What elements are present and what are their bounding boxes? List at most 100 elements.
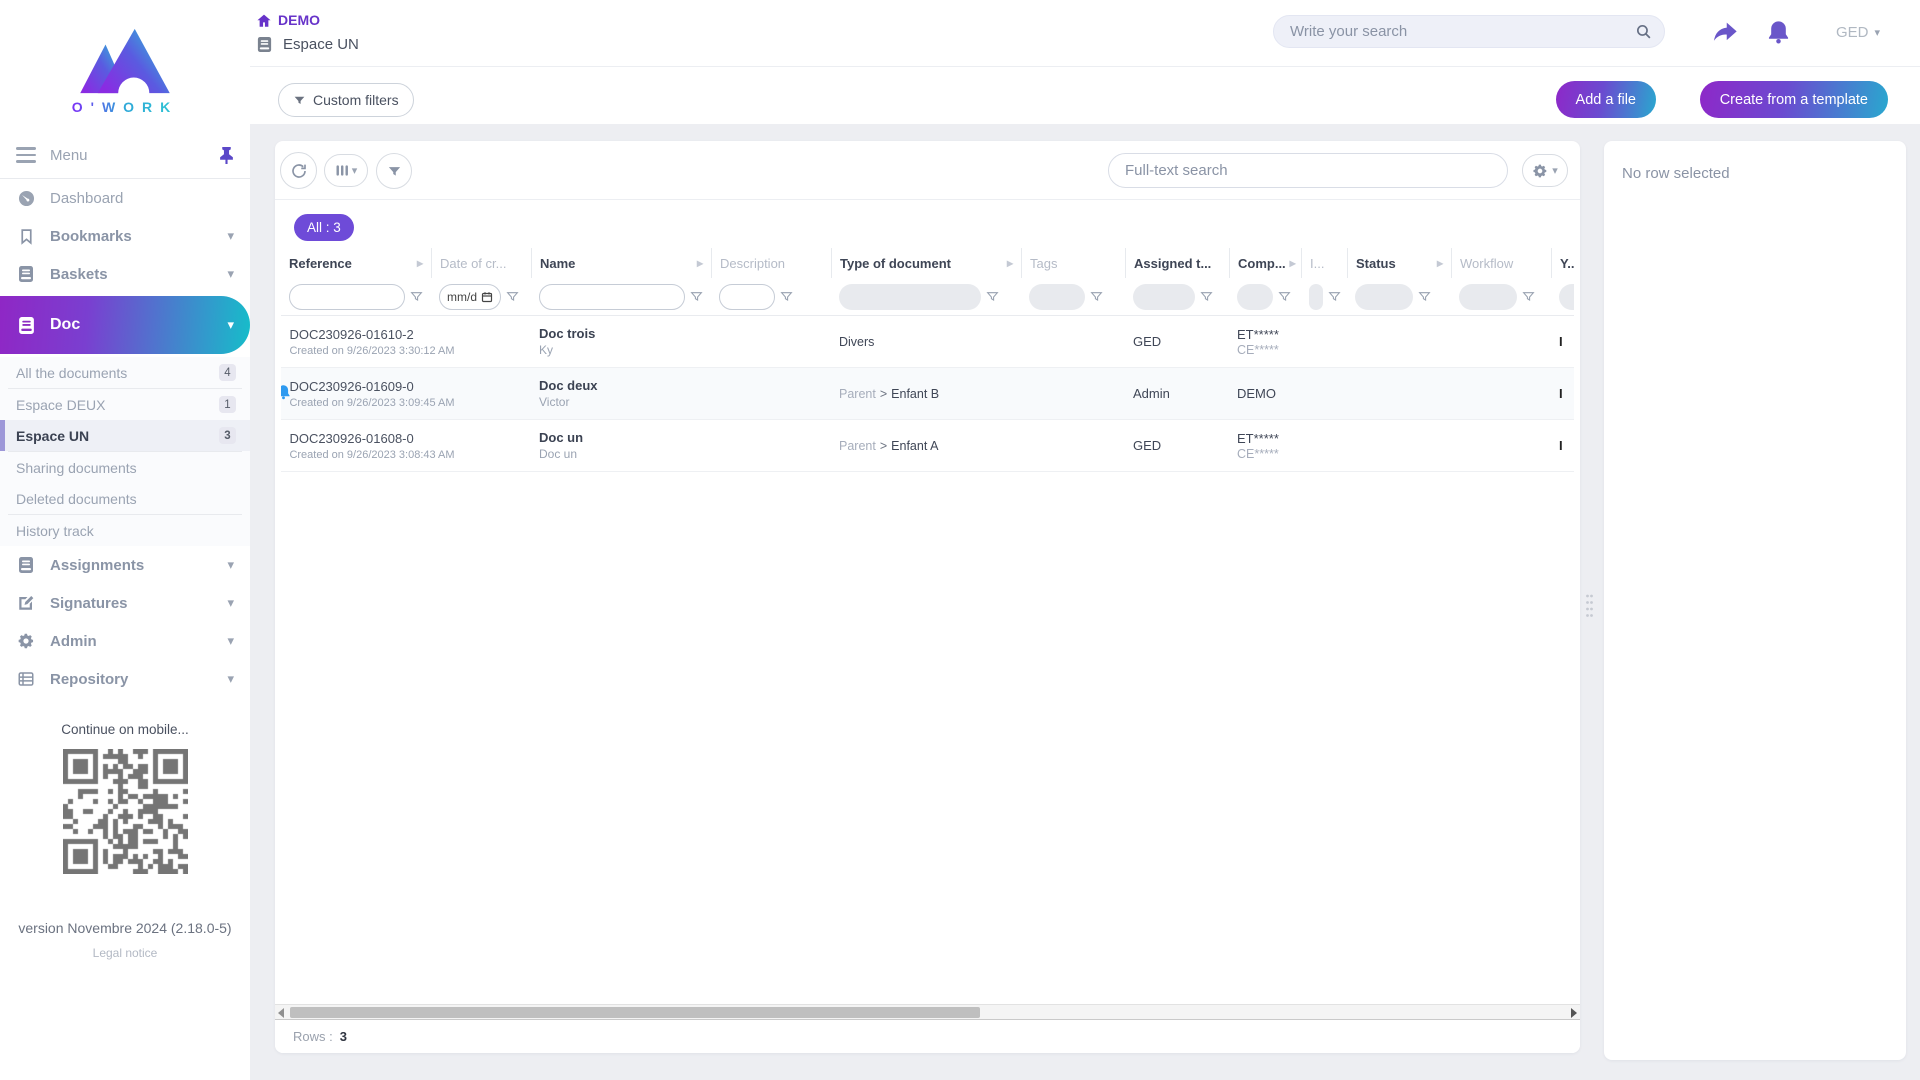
column-header-y[interactable]: Y... xyxy=(1551,248,1574,278)
user-menu-dropdown[interactable]: GED ▾ xyxy=(1836,24,1880,41)
table-row[interactable]: DOC230926-01608-0 Created on 9/26/2023 3… xyxy=(281,420,1574,472)
custom-filters-button[interactable]: Custom filters xyxy=(278,83,414,117)
filter-select-assigned[interactable] xyxy=(1133,284,1195,310)
breadcrumb-home-label: DEMO xyxy=(278,12,320,28)
book-icon xyxy=(16,316,36,335)
sidebar-item-assignments[interactable]: Assignments ▾ xyxy=(0,546,250,584)
column-header-reference[interactable]: Reference▸ xyxy=(281,248,431,278)
column-header-workflow[interactable]: Workflow xyxy=(1451,248,1551,278)
chevron-down-icon: ▾ xyxy=(227,317,234,333)
funnel-icon xyxy=(293,94,306,107)
horizontal-scrollbar[interactable] xyxy=(275,1004,1580,1020)
funnel-icon[interactable] xyxy=(1278,290,1291,303)
table-row[interactable]: DOC230926-01610-2 Created on 9/26/2023 3… xyxy=(281,316,1574,368)
menu-label: Menu xyxy=(50,147,219,164)
column-header-tags[interactable]: Tags xyxy=(1021,248,1125,278)
funnel-icon[interactable] xyxy=(1418,290,1431,303)
list-icon xyxy=(16,670,36,688)
sidebar-item-doc[interactable]: Doc ▾ xyxy=(0,296,250,354)
share-icon[interactable] xyxy=(1710,18,1740,51)
funnel-icon[interactable] xyxy=(1328,290,1341,303)
document-created: Created on 9/26/2023 3:08:43 AM xyxy=(289,449,454,461)
fulltext-search xyxy=(1108,153,1508,188)
column-header-assigned-to[interactable]: Assigned t... xyxy=(1125,248,1229,278)
column-header-status[interactable]: Status▸ xyxy=(1347,248,1451,278)
sidebar-item-espace-deux[interactable]: Espace DEUX 1 xyxy=(0,389,250,420)
book-icon xyxy=(256,36,273,53)
filter-input-name[interactable] xyxy=(539,284,685,310)
sidebar-item-deleted-documents[interactable]: Deleted documents xyxy=(0,483,250,514)
filter-select-workflow[interactable] xyxy=(1459,284,1517,310)
filter-input-description[interactable] xyxy=(719,284,775,310)
fulltext-search-input[interactable] xyxy=(1125,162,1491,179)
add-file-button[interactable]: Add a file xyxy=(1556,81,1656,118)
tab-all-documents[interactable]: All : 3 xyxy=(294,214,354,241)
table-footer: Rows : 3 xyxy=(275,1020,1580,1053)
filter-button[interactable] xyxy=(376,153,412,189)
column-header-name[interactable]: Name▸ xyxy=(531,248,711,278)
funnel-icon[interactable] xyxy=(1522,290,1535,303)
notification-bell-icon xyxy=(281,383,292,406)
scroll-left-arrow-icon[interactable] xyxy=(278,1008,284,1018)
filter-date-input[interactable]: mm/d xyxy=(439,284,501,310)
hamburger-menu-icon[interactable] xyxy=(16,147,36,163)
bookmark-icon xyxy=(16,228,36,245)
sidebar-item-baskets[interactable]: Baskets ▾ xyxy=(0,255,250,293)
search-icon[interactable] xyxy=(1635,23,1652,40)
funnel-icon[interactable] xyxy=(690,290,703,303)
scrollbar-thumb[interactable] xyxy=(290,1007,980,1018)
filter-select-type[interactable] xyxy=(839,284,981,310)
sidebar-item-dashboard[interactable]: Dashboard xyxy=(0,179,250,217)
sidebar: O'WORK Menu Dashboard Bookmarks ▾ Basket… xyxy=(0,0,250,1080)
create-from-template-button[interactable]: Create from a template xyxy=(1700,81,1888,118)
funnel-icon[interactable] xyxy=(1090,290,1103,303)
pin-sidebar-icon[interactable] xyxy=(219,147,234,164)
sidebar-item-label: Sharing documents xyxy=(16,460,236,476)
filter-select-i[interactable] xyxy=(1309,284,1323,310)
divider xyxy=(250,66,1920,67)
sidebar-item-all-documents[interactable]: All the documents 4 xyxy=(0,357,250,388)
gauge-icon xyxy=(16,189,36,208)
version-text: version Novembre 2024 (2.18.0-5) xyxy=(0,920,250,936)
sidebar-item-history-track[interactable]: History track xyxy=(0,515,250,546)
sidebar-item-espace-un[interactable]: Espace UN 3 xyxy=(0,420,250,451)
sidebar-item-sharing-documents[interactable]: Sharing documents xyxy=(0,452,250,483)
funnel-icon[interactable] xyxy=(986,290,999,303)
clipped-cell-text: I xyxy=(1559,334,1563,349)
legal-notice-link[interactable]: Legal notice xyxy=(0,946,250,960)
document-created: Created on 9/26/2023 3:30:12 AM xyxy=(289,345,454,357)
sidebar-item-label: All the documents xyxy=(16,365,219,381)
column-header-i[interactable]: I... xyxy=(1301,248,1347,278)
global-search-input[interactable] xyxy=(1290,23,1635,40)
sidebar-item-signatures[interactable]: Signatures ▾ xyxy=(0,584,250,622)
sidebar-item-admin[interactable]: Admin ▾ xyxy=(0,622,250,660)
notifications-bell-icon[interactable] xyxy=(1765,18,1792,51)
column-header-type-of-document[interactable]: Type of document▸ xyxy=(831,248,1021,278)
chevron-down-icon: ▾ xyxy=(1552,164,1558,177)
table-row[interactable]: w DOC230926-01609-0 Created on 9/26/2023… xyxy=(281,368,1574,420)
column-header-company[interactable]: Comp...▸ xyxy=(1229,248,1301,278)
filter-select-company[interactable] xyxy=(1237,284,1273,310)
scroll-right-arrow-icon[interactable] xyxy=(1571,1008,1577,1018)
filter-select-tags[interactable] xyxy=(1029,284,1085,310)
column-header-description[interactable]: Description xyxy=(711,248,831,278)
filter-select-y[interactable] xyxy=(1559,284,1574,310)
refresh-button[interactable] xyxy=(280,152,317,189)
calendar-icon xyxy=(481,291,493,303)
sidebar-item-bookmarks[interactable]: Bookmarks ▾ xyxy=(0,217,250,255)
funnel-icon[interactable] xyxy=(780,290,793,303)
columns-button[interactable]: ▾ xyxy=(324,154,368,187)
panel-resize-handle[interactable] xyxy=(1585,592,1594,625)
sidebar-item-repository[interactable]: Repository ▾ xyxy=(0,660,250,698)
gear-icon xyxy=(1532,163,1548,179)
table-settings-button[interactable]: ▾ xyxy=(1522,154,1568,187)
book-icon xyxy=(16,265,36,283)
funnel-icon[interactable] xyxy=(506,290,519,303)
chevron-down-icon: ▾ xyxy=(227,266,234,282)
breadcrumb-home[interactable]: DEMO xyxy=(256,12,320,28)
funnel-icon[interactable] xyxy=(1200,290,1213,303)
filter-input-reference[interactable] xyxy=(289,284,405,310)
filter-select-status[interactable] xyxy=(1355,284,1413,310)
funnel-icon[interactable] xyxy=(410,290,423,303)
column-header-date-of-creation[interactable]: Date of cr... xyxy=(431,248,531,278)
